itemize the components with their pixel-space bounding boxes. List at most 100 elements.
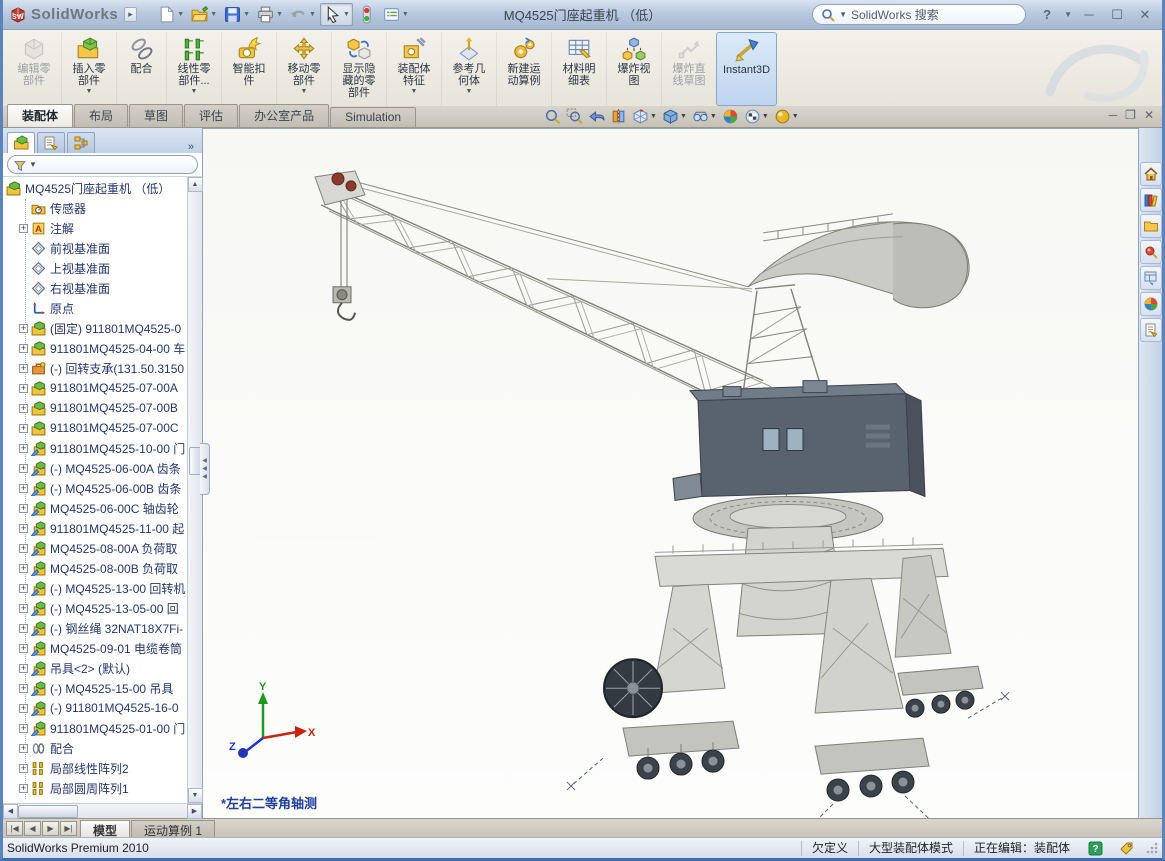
- tree-item[interactable]: +(-) MQ4525-13-05-00 回: [3, 598, 187, 618]
- move-component-button-dropdown-arrow[interactable]: ▼: [301, 88, 308, 95]
- tab-property-manager[interactable]: [37, 132, 65, 153]
- tree-item[interactable]: +911801MQ4525-11-00 起: [3, 518, 187, 538]
- new-document-button[interactable]: ▼: [155, 4, 186, 25]
- expand-toggle[interactable]: +: [19, 764, 28, 773]
- solidworks-search-button[interactable]: [1140, 240, 1162, 264]
- options-button[interactable]: ▼: [380, 4, 411, 25]
- tree-item[interactable]: +(-) MQ4525-06-00A 齿条: [3, 458, 187, 478]
- tree-item[interactable]: +A注解: [3, 218, 187, 238]
- expand-toggle[interactable]: +: [19, 364, 28, 373]
- tree-item[interactable]: +配合: [3, 738, 187, 758]
- section-view-button[interactable]: [609, 107, 628, 126]
- filter-dropdown-arrow[interactable]: ▼: [29, 160, 37, 169]
- insert-component-button-dropdown-arrow[interactable]: ▼: [86, 88, 93, 95]
- insert-component-button[interactable]: 插入零部件▼: [61, 32, 116, 106]
- new-document-button-dropdown-arrow[interactable]: ▼: [177, 11, 184, 18]
- show-hidden-components-button[interactable]: 显示隐藏的零部件: [331, 32, 386, 106]
- solidworks-resources-button[interactable]: [1140, 162, 1162, 186]
- undo-button-dropdown-arrow[interactable]: ▼: [309, 11, 316, 18]
- assembly-features-button-dropdown-arrow[interactable]: ▼: [411, 88, 418, 95]
- scroll-down-arrow[interactable]: ▼: [188, 788, 203, 803]
- expand-toggle[interactable]: +: [19, 524, 28, 533]
- close-button[interactable]: ✕: [1134, 6, 1156, 24]
- scroll-right-arrow[interactable]: ▶: [187, 804, 202, 819]
- new-motion-study-button[interactable]: 新建运动算例: [496, 32, 551, 106]
- next-tab-button[interactable]: ▶: [42, 821, 59, 836]
- appearances-scenes-button[interactable]: [1140, 292, 1162, 316]
- doc-restore-button[interactable]: ❐: [1125, 108, 1136, 122]
- panel-tabs-overflow[interactable]: »: [188, 141, 198, 153]
- quick-tips-help-icon[interactable]: ?: [1088, 841, 1103, 856]
- expand-toggle[interactable]: +: [19, 564, 28, 573]
- linear-component-pattern-button-dropdown-arrow[interactable]: ▼: [191, 88, 198, 95]
- display-style-button[interactable]: ▼: [661, 107, 688, 126]
- tree-item[interactable]: +MQ4525-09-01 电缆卷筒: [3, 638, 187, 658]
- tab-办公室产品[interactable]: 办公室产品: [239, 104, 329, 127]
- expand-toggle[interactable]: +: [19, 464, 28, 473]
- file-explorer-button[interactable]: [1140, 214, 1162, 238]
- tree-item[interactable]: +(固定) 911801MQ4525-0: [3, 318, 187, 338]
- tree-item[interactable]: +911801MQ4525-07-00C: [3, 418, 187, 438]
- view-settings-button-dropdown-arrow[interactable]: ▼: [762, 113, 769, 120]
- panel-splitter-handle[interactable]: ◀◀◀: [200, 443, 210, 495]
- tree-item[interactable]: +(-) MQ4525-13-00 回转机: [3, 578, 187, 598]
- tab-布局[interactable]: 布局: [74, 104, 128, 127]
- move-component-button[interactable]: 移动零部件▼: [276, 32, 331, 106]
- linear-component-pattern-button[interactable]: 线性零部件...▼: [166, 32, 221, 106]
- reference-geometry-button-dropdown-arrow[interactable]: ▼: [466, 88, 473, 95]
- assembly-features-button[interactable]: 装配体特征▼: [386, 32, 441, 106]
- expand-toggle[interactable]: +: [19, 784, 28, 793]
- bill-of-materials-button[interactable]: 材料明细表: [551, 32, 606, 106]
- doc-minimize-button[interactable]: ─: [1109, 108, 1118, 122]
- instant3d-button[interactable]: Instant3D: [716, 32, 777, 106]
- expand-toggle[interactable]: +: [19, 584, 28, 593]
- expand-toggle[interactable]: +: [19, 484, 28, 493]
- expand-toggle[interactable]: +: [19, 404, 28, 413]
- maximize-button[interactable]: ☐: [1106, 6, 1128, 24]
- tree-item[interactable]: +(-) 钢丝绳 32NAT18X7Fi-: [3, 618, 187, 638]
- view-orientation-button[interactable]: ▼: [631, 107, 658, 126]
- tab-评估[interactable]: 评估: [184, 104, 238, 127]
- design-library-button[interactable]: [1140, 188, 1162, 212]
- model-tab-1[interactable]: 模型: [80, 820, 130, 837]
- first-tab-button[interactable]: |◀: [6, 821, 23, 836]
- expand-toggle[interactable]: +: [19, 644, 28, 653]
- zoom-to-area-button[interactable]: [565, 107, 584, 126]
- expand-toggle[interactable]: +: [19, 384, 28, 393]
- scroll-left-arrow[interactable]: ◀: [3, 804, 18, 819]
- previous-view-button[interactable]: [587, 107, 606, 126]
- expand-toggle[interactable]: +: [19, 544, 28, 553]
- menu-expand-arrow[interactable]: ▸: [124, 7, 137, 22]
- graphics-area[interactable]: Y X Z *左右二等角轴测: [203, 128, 1138, 818]
- tab-configuration-manager[interactable]: [67, 132, 95, 153]
- tree-item[interactable]: +吊具<2> (默认): [3, 658, 187, 678]
- scroll-up-arrow[interactable]: ▲: [188, 177, 203, 192]
- expand-toggle[interactable]: +: [19, 504, 28, 513]
- tree-filter-input[interactable]: ▼: [7, 155, 198, 174]
- expand-toggle[interactable]: +: [19, 224, 28, 233]
- save-button[interactable]: ▼: [221, 4, 252, 25]
- tree-item[interactable]: 上视基准面: [3, 258, 187, 278]
- hide-show-items-button[interactable]: ▼: [691, 107, 718, 126]
- reference-geometry-button[interactable]: 参考几何体▼: [441, 32, 496, 106]
- apply-scene-button[interactable]: [721, 107, 740, 126]
- display-style-button-dropdown-arrow[interactable]: ▼: [680, 113, 687, 120]
- rebuild-button[interactable]: [355, 4, 378, 25]
- tree-item[interactable]: +(-) MQ4525-06-00B 齿条: [3, 478, 187, 498]
- undo-button[interactable]: ▼: [287, 4, 318, 25]
- tab-装配体[interactable]: 装配体: [7, 104, 73, 127]
- tree-item[interactable]: +911801MQ4525-10-00 门: [3, 438, 187, 458]
- tree-item[interactable]: +MQ4525-08-00B 负荷取: [3, 558, 187, 578]
- realview-button-dropdown-arrow[interactable]: ▼: [792, 113, 799, 120]
- tab-feature-manager[interactable]: [7, 132, 35, 153]
- tree-item[interactable]: +局部圆周阵列1: [3, 778, 187, 798]
- custom-properties-button[interactable]: [1140, 318, 1162, 342]
- tree-item[interactable]: +(-) 回转支承(131.50.3150: [3, 358, 187, 378]
- expand-toggle[interactable]: +: [19, 744, 28, 753]
- tags-icon[interactable]: [1119, 841, 1134, 856]
- doc-close-button[interactable]: ✕: [1144, 108, 1154, 122]
- expand-toggle[interactable]: +: [19, 324, 28, 333]
- tree-root-item[interactable]: MQ4525门座起重机 （低）: [3, 178, 187, 198]
- open-button-dropdown-arrow[interactable]: ▼: [210, 11, 217, 18]
- minimize-button[interactable]: ─: [1078, 6, 1100, 24]
